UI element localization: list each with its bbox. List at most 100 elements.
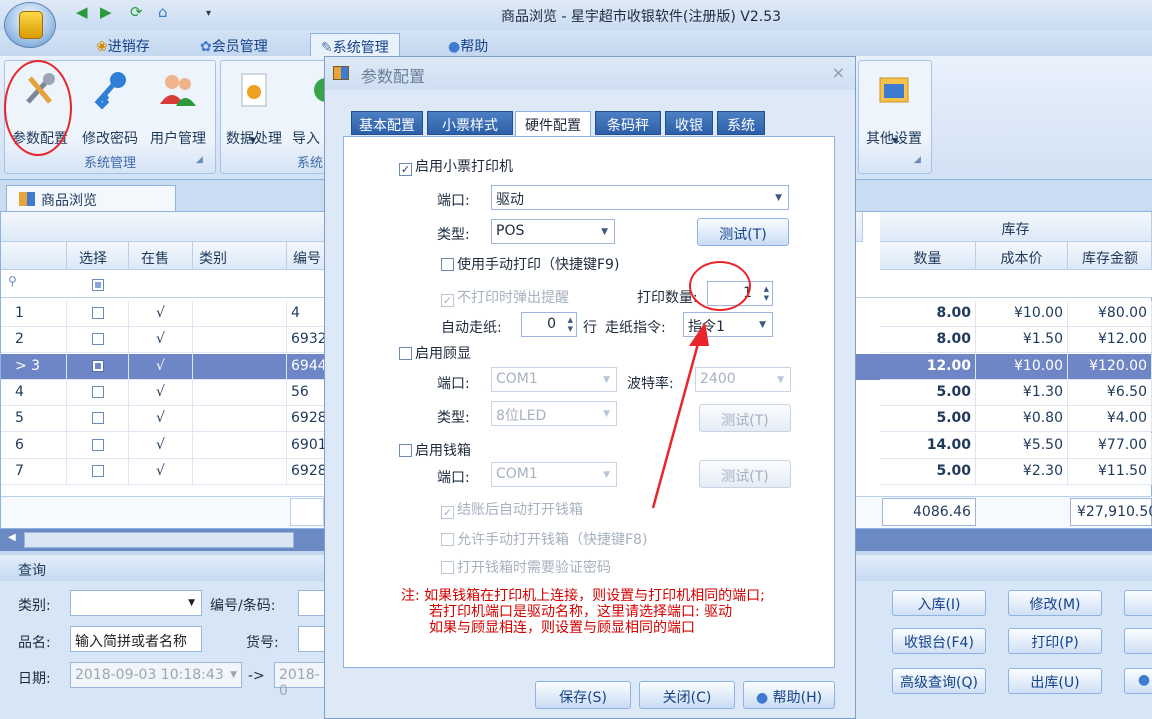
scroll-left-icon[interactable]: ◀	[8, 532, 16, 543]
row-checkbox[interactable]	[91, 333, 104, 345]
stock-in-button[interactable]: 入库(I)	[892, 590, 986, 616]
scrollbar-thumb[interactable]	[24, 532, 294, 548]
stock-out-button[interactable]: 出库(U)	[1008, 668, 1102, 694]
stepper-down-icon[interactable]: ▼	[764, 294, 769, 302]
qty-cell: 14.00	[880, 433, 976, 459]
printer-type-select[interactable]: POS ▼	[491, 219, 615, 244]
help-button[interactable]: ● 帮助(H)	[743, 681, 835, 709]
select-cell[interactable]	[67, 301, 129, 327]
row-checkbox[interactable]	[91, 412, 104, 424]
help-button-bottom[interactable]: ●	[1124, 668, 1152, 694]
select-cell[interactable]	[67, 433, 129, 459]
printer-test-button[interactable]: 测试(T)	[697, 218, 789, 246]
user-management-button[interactable]: 用户管理	[146, 64, 210, 154]
select-cell[interactable]	[67, 406, 129, 432]
tab-system-dialog[interactable]: 系统	[717, 111, 765, 135]
category-cell	[193, 301, 287, 327]
save-button[interactable]: 保存(S)	[535, 681, 631, 709]
stepper-up-icon[interactable]: ▲	[568, 316, 573, 324]
manual-open-cashbox-checkbox[interactable]: 允许手动打开钱箱（快捷键F8)	[441, 529, 647, 549]
no-print-remind-checkbox[interactable]: ✓ 不打印时弹出提醒	[441, 287, 569, 307]
display-type-select[interactable]: 8位LED ▼	[491, 401, 617, 426]
cashbox-port-label: 端口:	[437, 470, 470, 486]
group-launcher-icon[interactable]: ◢	[914, 155, 921, 165]
checkout-button[interactable]: 收银台(F4)	[892, 628, 986, 654]
name-input[interactable]: 输入简拼或者名称	[70, 626, 202, 652]
column-header-category[interactable]: 类别	[193, 242, 287, 270]
row-checkbox[interactable]	[91, 439, 104, 451]
row-checkbox[interactable]	[91, 386, 104, 398]
on-sale-cell: √	[129, 380, 193, 406]
help-icon: ●	[448, 39, 461, 55]
select-cell[interactable]	[67, 459, 129, 485]
app-logo-icon	[19, 11, 43, 39]
filter-icon[interactable]: ⚲	[8, 274, 17, 288]
enable-printer-checkbox[interactable]: ✓ 启用小票打印机	[399, 156, 513, 176]
code-input[interactable]	[298, 590, 326, 616]
edit-button[interactable]: 修改(M)	[1008, 590, 1102, 616]
delete-button[interactable]	[1124, 590, 1152, 616]
cashbox-port-select[interactable]: COM1 ▼	[491, 462, 617, 487]
enable-cashbox-checkbox[interactable]: 启用钱箱	[399, 440, 471, 460]
row-checkbox[interactable]	[91, 360, 104, 372]
enable-display-checkbox[interactable]: 启用顾显	[399, 343, 471, 363]
tab-hardware-config[interactable]: 硬件配置	[515, 111, 591, 137]
auto-open-cashbox-checkbox[interactable]: ✓ 结账后自动打开钱箱	[441, 499, 583, 519]
column-header-cost[interactable]: 成本价	[976, 242, 1068, 270]
export-button[interactable]	[1124, 628, 1152, 654]
date-from-input[interactable]: 2018-09-03 10:18:43 ▼	[70, 662, 242, 688]
tab-receipt-style[interactable]: 小票样式	[427, 111, 513, 135]
group-launcher-icon[interactable]: ◢	[196, 155, 203, 165]
category-cell	[193, 433, 287, 459]
help-icon: ●	[1137, 672, 1151, 688]
change-password-button[interactable]: 修改密码	[78, 64, 142, 154]
category-select[interactable]: ▼	[70, 590, 202, 616]
annotation-circle-copies	[689, 261, 751, 311]
tab-members[interactable]: ✿会员管理	[190, 33, 278, 56]
tab-product-browse[interactable]: 商品浏览	[6, 185, 176, 211]
total-amount: ¥27,910.50	[1070, 498, 1152, 526]
stepper-up-icon[interactable]: ▲	[764, 285, 769, 293]
row-indicator: 1	[1, 301, 67, 327]
display-port-select[interactable]: COM1 ▼	[491, 367, 617, 392]
print-button[interactable]: 打印(P)	[1008, 628, 1102, 654]
select-cell[interactable]	[67, 354, 129, 380]
item-no-input[interactable]	[298, 626, 326, 652]
stepper-down-icon[interactable]: ▼	[568, 325, 573, 333]
close-button[interactable]: 关闭(C)	[639, 681, 735, 709]
tab-cashier[interactable]: 收银	[665, 111, 713, 135]
row-indicator: > 3	[1, 354, 67, 380]
column-header-select[interactable]: 选择	[67, 242, 129, 270]
select-cell[interactable]	[67, 380, 129, 406]
manual-print-checkbox[interactable]: 使用手动打印（快捷键F9)	[441, 254, 619, 274]
tab-basic-config[interactable]: 基本配置	[351, 111, 423, 135]
date-to-input[interactable]: 2018-0	[274, 662, 326, 699]
tab-barcode-scale[interactable]: 条码秤	[595, 111, 661, 135]
column-header-on-sale[interactable]: 在售	[129, 242, 193, 270]
item-no-label: 货号:	[246, 635, 279, 651]
column-header-amount[interactable]: 库存金额	[1068, 242, 1152, 270]
column-header-qty[interactable]: 数量	[880, 242, 976, 270]
filter-select-checkbox[interactable]	[92, 277, 104, 292]
amount-cell: ¥6.50	[1068, 380, 1152, 406]
tab-help[interactable]: ●帮助	[438, 33, 498, 56]
code-cell: 6901	[287, 433, 325, 459]
advanced-query-button[interactable]: 高级查询(Q)	[892, 668, 986, 694]
chevron-down-icon: ▼	[777, 375, 784, 385]
cost-cell: ¥0.80	[976, 406, 1068, 432]
column-header-code[interactable]: 编号	[287, 242, 327, 270]
cashbox-password-checkbox[interactable]: 打开钱箱时需要验证密码	[441, 557, 611, 577]
import-button[interactable]: 导入	[288, 64, 328, 154]
code-cell: 56	[287, 380, 325, 406]
select-cell[interactable]	[67, 327, 129, 353]
auto-feed-stepper[interactable]: 0 ▲ ▼	[521, 312, 577, 337]
printer-port-select[interactable]: 驱动 ▼	[491, 185, 789, 210]
help-icon: ●	[755, 690, 773, 706]
close-icon[interactable]: ×	[832, 63, 845, 82]
tab-system[interactable]: ✎系统管理	[310, 33, 400, 56]
checkbox-checked-icon: ✓	[399, 163, 412, 176]
tab-inventory[interactable]: ❀进销存	[86, 33, 160, 56]
app-menu-button[interactable]	[4, 2, 56, 48]
row-checkbox[interactable]	[91, 465, 104, 477]
row-checkbox[interactable]	[91, 307, 104, 319]
